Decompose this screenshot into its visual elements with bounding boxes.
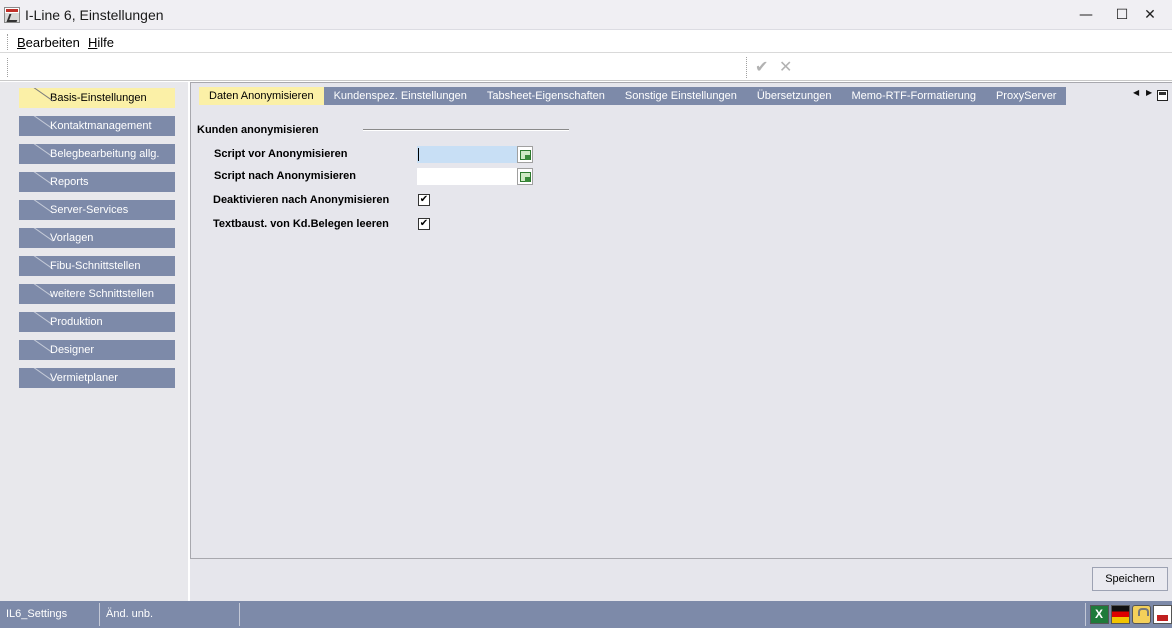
- app-icon: [4, 7, 20, 23]
- content-frame: Daten Anonymisieren Kundenspez. Einstell…: [190, 82, 1172, 559]
- sidebar-item-kontaktmanagement[interactable]: Kontaktmanagement: [19, 116, 175, 136]
- script-after-label: Script nach Anonymisieren: [214, 170, 357, 182]
- save-button[interactable]: Speichern: [1092, 567, 1168, 591]
- sidebar-item-designer[interactable]: Designer: [19, 340, 175, 360]
- clear-texts-checkbox[interactable]: ✔: [418, 218, 430, 230]
- menu-label: earbeiten: [25, 35, 80, 50]
- sidebar: Basis-Einstellungen Kontaktmanagement Be…: [0, 82, 188, 601]
- status-settings-name: IL6_Settings: [0, 603, 100, 626]
- tab-daten-anonymisieren[interactable]: Daten Anonymisieren: [199, 87, 324, 105]
- sidebar-item-produktion[interactable]: Produktion: [19, 312, 175, 332]
- tab-tabsheet-eigenschaften[interactable]: Tabsheet-Eigenschaften: [476, 87, 615, 105]
- deactivate-label: Deaktivieren nach Anonymisieren: [213, 194, 390, 206]
- status-change-state: Änd. unb.: [100, 603, 240, 626]
- menu-mnemonic: B: [17, 35, 26, 50]
- tab-scroll-right-icon[interactable]: ▶: [1146, 88, 1152, 97]
- sidebar-item-server-services[interactable]: Server-Services: [19, 200, 175, 220]
- check-icon[interactable]: ✔: [755, 57, 768, 76]
- sidebar-item-vermietplaner[interactable]: Vermietplaner: [19, 368, 175, 388]
- deactivate-checkbox[interactable]: ✔: [418, 194, 430, 206]
- menu-grip: [7, 34, 9, 50]
- script-after-input[interactable]: [417, 168, 517, 185]
- tab-uebersetzungen[interactable]: Übersetzungen: [746, 87, 842, 105]
- sidebar-item-fibu-schnittstellen[interactable]: Fibu-Schnittstellen: [19, 256, 175, 276]
- tab-kundenspez-einstellungen[interactable]: Kundenspez. Einstellungen: [323, 87, 477, 105]
- toolbar-separator: [746, 57, 747, 78]
- title-bar: I-Line 6, Einstellungen — ☐ ✕: [0, 0, 1172, 30]
- tab-memo-rtf-formatierung[interactable]: Memo-RTF-Formatierung: [841, 87, 986, 105]
- script-after-browse-icon[interactable]: [517, 168, 533, 185]
- tab-menu-icon[interactable]: [1157, 90, 1168, 101]
- tab-scroll-left-icon[interactable]: ◀: [1133, 88, 1139, 97]
- status-spacer: [240, 603, 1086, 626]
- menu-label: ilfe: [97, 35, 115, 50]
- window-title: I-Line 6, Einstellungen: [25, 7, 164, 23]
- clear-texts-label: Textbaust. von Kd.Belegen leeren: [213, 218, 389, 230]
- sidebar-item-weitere-schnittstellen[interactable]: weitere Schnittstellen: [19, 284, 175, 304]
- main-panel: Daten Anonymisieren Kundenspez. Einstell…: [188, 82, 1172, 601]
- excel-icon[interactable]: [1090, 605, 1109, 624]
- sidebar-item-belegbearbeitung[interactable]: Belegbearbeitung allg.: [19, 144, 175, 164]
- menu-bar: Bearbeiten Hilfe: [0, 31, 1172, 53]
- status-bar: IL6_Settings Änd. unb.: [0, 601, 1172, 628]
- group-title: Kunden anonymisieren: [197, 124, 319, 136]
- group-divider: [363, 129, 569, 131]
- sidebar-item-vorlagen[interactable]: Vorlagen: [19, 228, 175, 248]
- lock-icon[interactable]: [1132, 605, 1151, 624]
- tab-proxyserver[interactable]: ProxyServer: [985, 87, 1067, 105]
- german-flag-icon[interactable]: [1111, 605, 1130, 624]
- script-before-input[interactable]: [417, 146, 517, 163]
- tab-sonstige-einstellungen[interactable]: Sonstige Einstellungen: [614, 87, 747, 105]
- menu-mnemonic: H: [88, 35, 98, 50]
- printer-icon[interactable]: [1153, 605, 1172, 624]
- script-before-browse-icon[interactable]: [517, 146, 533, 163]
- sidebar-item-basis-einstellungen[interactable]: Basis-Einstellungen: [19, 88, 175, 108]
- toolbar: ✔ ✕: [0, 54, 1172, 81]
- toolbar-grip: [7, 58, 9, 77]
- cancel-icon[interactable]: ✕: [779, 57, 792, 76]
- sidebar-item-reports[interactable]: Reports: [19, 172, 175, 192]
- menu-bearbeiten[interactable]: Bearbeiten: [17, 35, 80, 50]
- close-button[interactable]: ✕: [1128, 0, 1172, 30]
- tab-bar: Daten Anonymisieren Kundenspez. Einstell…: [199, 87, 1067, 105]
- script-before-label: Script vor Anonymisieren: [214, 148, 348, 160]
- text-caret: [418, 148, 419, 161]
- menu-hilfe[interactable]: Hilfe: [88, 35, 114, 50]
